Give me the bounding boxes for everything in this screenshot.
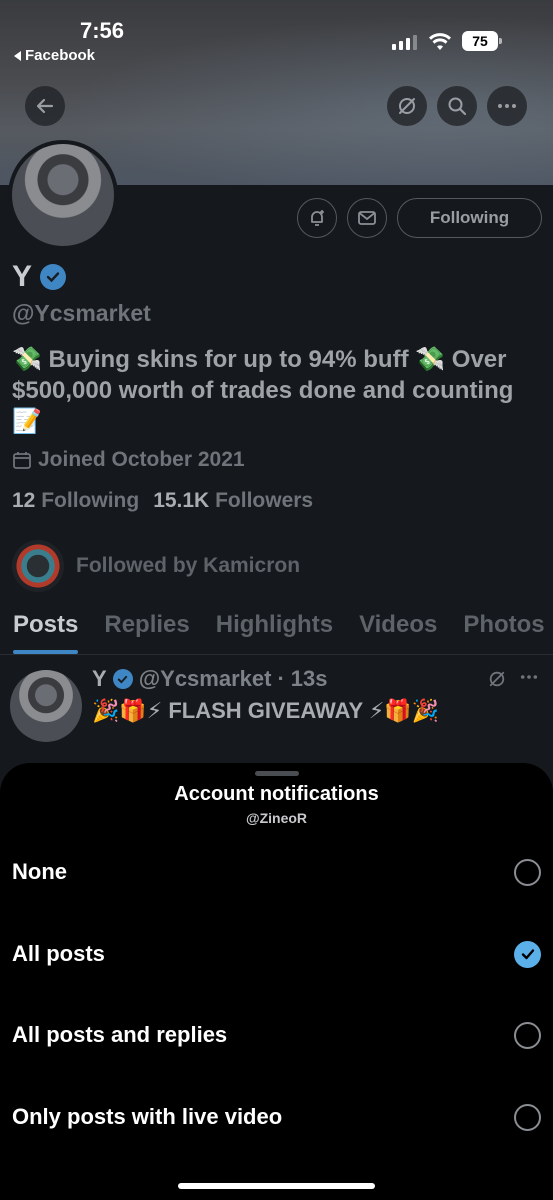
message-button[interactable] [347, 198, 387, 238]
radio-button[interactable] [514, 1021, 541, 1049]
profile-avatar[interactable] [8, 140, 118, 250]
option-label: None [12, 859, 67, 884]
joined-date: Joined October 2021 [12, 448, 245, 472]
option-label: All posts and replies [12, 1022, 228, 1047]
account-notifications-sheet: Account notifications @ZineoR None All p… [0, 763, 553, 1200]
wifi-icon [429, 33, 451, 50]
back-triangle-icon [14, 50, 21, 61]
followers-count: 15.1K [153, 489, 210, 512]
followers-label: Followers [215, 489, 314, 512]
following-count-link[interactable]: 12 Following [12, 489, 139, 513]
battery-indicator: 75 [462, 31, 502, 51]
more-icon[interactable] [520, 674, 538, 680]
more-icon [498, 104, 516, 108]
mutual-avatar [12, 540, 64, 592]
grok-icon[interactable] [488, 670, 506, 688]
tab-replies[interactable]: Replies [91, 605, 202, 654]
following-button[interactable]: Following [397, 198, 542, 238]
tab-posts[interactable]: Posts [0, 605, 91, 654]
grok-button[interactable] [387, 86, 427, 126]
home-indicator[interactable] [178, 1183, 375, 1189]
status-bar: 7:56 Facebook 75 [0, 0, 553, 70]
option-all-posts[interactable]: All posts [0, 919, 553, 989]
search-icon [448, 97, 467, 116]
back-button[interactable] [25, 86, 65, 126]
arrow-left-icon [36, 98, 54, 114]
post-text: 🎉🎁⚡ FLASH GIVEAWAY ⚡🎁🎉 [92, 698, 440, 723]
bell-plus-icon [311, 210, 324, 226]
profile-name-row: Y [12, 260, 67, 294]
joined-label: Joined October 2021 [38, 448, 245, 471]
sheet-subtitle: @ZineoR [245, 810, 308, 826]
option-label: All posts [12, 941, 105, 966]
option-label: Only posts with live video [12, 1104, 283, 1129]
verified-badge-icon [112, 669, 133, 689]
followed-by-text: Followed by Kamicron [76, 554, 301, 577]
follow-counts: 12 Following 15.1K Followers [12, 489, 313, 513]
back-to-app-link[interactable]: Facebook [14, 47, 95, 64]
cellular-signal-icon [392, 34, 417, 50]
followers-count-link[interactable]: 15.1K Followers [153, 489, 313, 513]
grok-icon [399, 98, 415, 114]
radio-button[interactable] [514, 858, 541, 886]
search-button[interactable] [437, 86, 477, 126]
envelope-icon [358, 211, 376, 225]
sheet-grabber[interactable] [255, 771, 299, 776]
checkmark-icon [521, 949, 534, 960]
profile-handle: @Ycsmarket [12, 300, 151, 326]
profile-tabs: Posts Replies Highlights Videos Photos [0, 605, 553, 655]
notifications-button[interactable] [297, 198, 337, 238]
post-avatar[interactable] [10, 670, 82, 742]
post-header: Y @Ycsmarket · 13s [92, 666, 328, 692]
radio-button[interactable] [514, 1103, 541, 1131]
sheet-title: Account notifications [174, 783, 379, 805]
status-time: 7:56 [80, 18, 125, 43]
post-time: 13s [290, 666, 328, 691]
option-live-video[interactable]: Only posts with live video [0, 1082, 553, 1152]
option-all-posts-and-replies[interactable]: All posts and replies [0, 1000, 553, 1070]
option-none[interactable]: None [0, 837, 553, 907]
profile-name: Y [12, 260, 33, 293]
more-button[interactable] [487, 86, 527, 126]
following-label: Following [41, 489, 140, 512]
back-app-label: Facebook [25, 47, 96, 64]
verified-badge-icon [40, 264, 67, 290]
post-separator: · [277, 666, 285, 691]
post-author-handle: @Ycsmarket [138, 666, 272, 691]
calendar-icon [13, 452, 31, 469]
tab-videos[interactable]: Videos [346, 605, 450, 654]
following-count: 12 [12, 489, 36, 512]
tab-photos[interactable]: Photos [450, 605, 553, 654]
post-author-name: Y [92, 666, 107, 691]
profile-bio: 💸 Buying skins for up to 94% buff 💸 Over… [12, 346, 514, 435]
radio-button-checked[interactable] [514, 940, 541, 968]
followed-by-row[interactable]: Followed by Kamicron [12, 540, 300, 592]
tab-highlights[interactable]: Highlights [203, 605, 346, 654]
